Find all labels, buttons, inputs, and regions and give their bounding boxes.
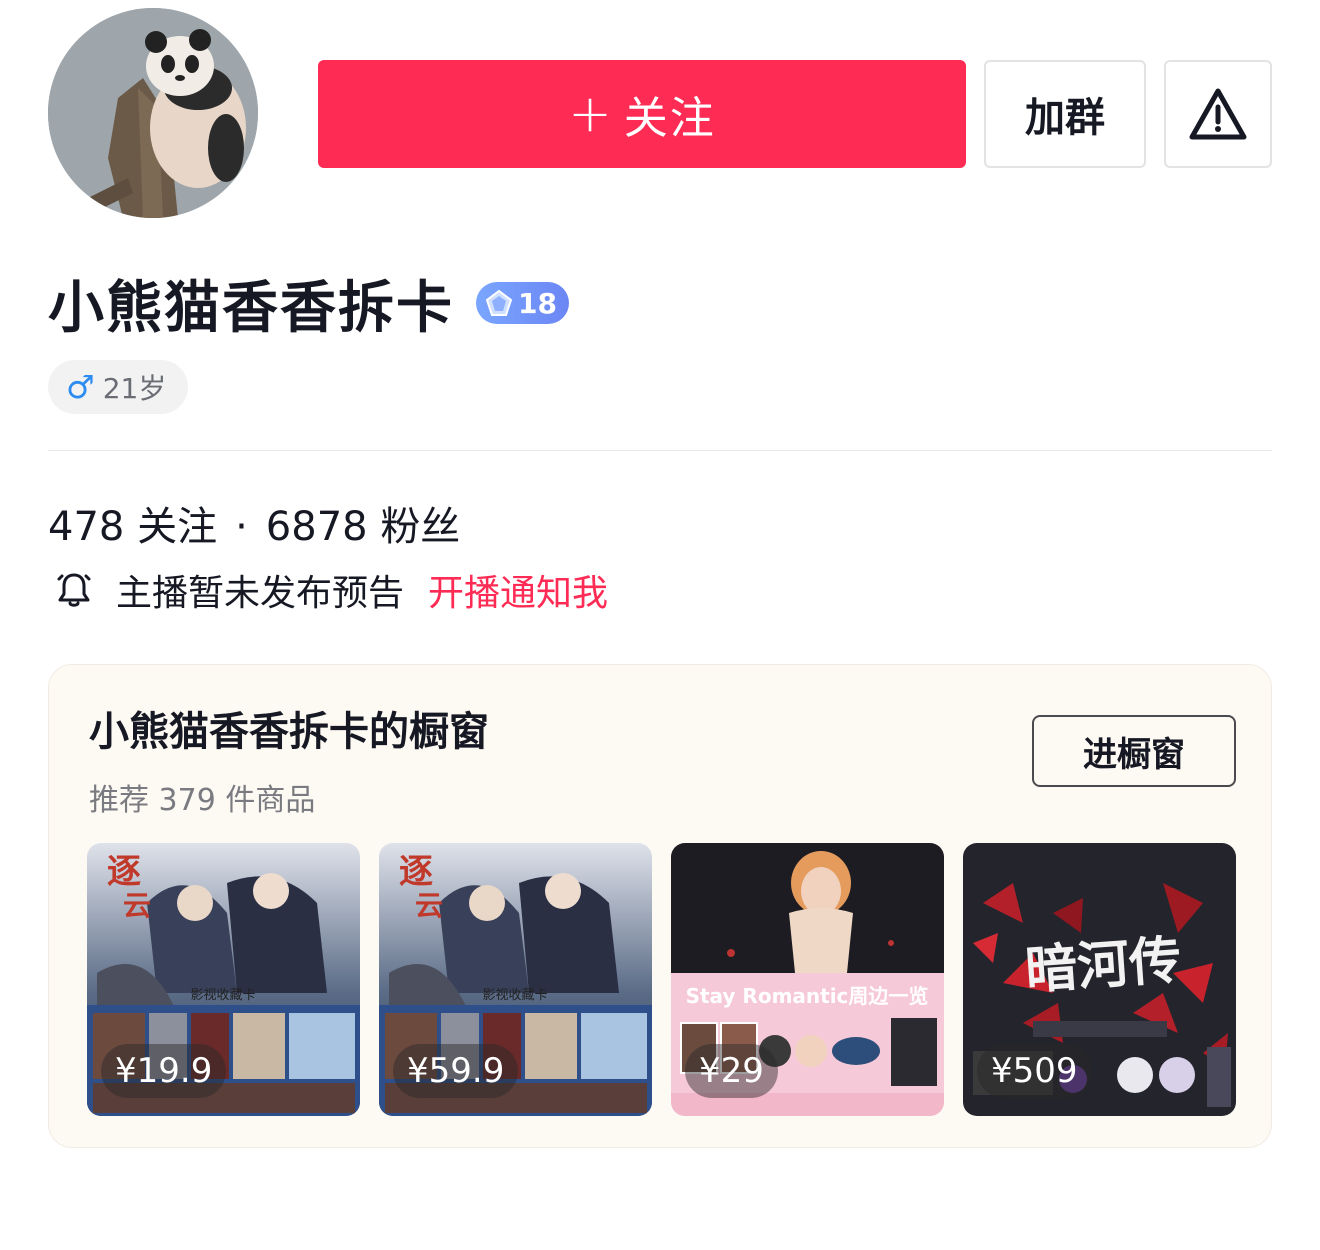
product-image-caption: 暗河传 [1023, 930, 1183, 1002]
level-number: 18 [518, 286, 557, 320]
product-price: ¥19.9 [101, 1044, 227, 1098]
product-image-caption: 影视收藏卡 [482, 988, 547, 1003]
stats-separator: · [235, 504, 248, 550]
product-logo-glyph: 逐 [107, 852, 141, 892]
product-logo-glyph: 云 [415, 889, 443, 922]
notify-me-link[interactable]: 开播通知我 [428, 564, 608, 616]
product-card[interactable]: 影视收藏卡 逐 云 ¥59.9 [379, 843, 652, 1116]
following-stat[interactable]: 478 关注 [48, 504, 217, 550]
product-image-caption: 影视收藏卡 [190, 988, 255, 1003]
product-list: 影视收藏卡 逐 云 ¥19.9 影视收藏卡 逐 云 ¥59.9 Stay Rom… [87, 843, 1236, 1116]
followers-label: 粉丝 [380, 504, 461, 550]
bell-icon [57, 573, 91, 607]
profile-name: 小熊猫香香拆卡 [48, 275, 454, 341]
shop-subtitle: 推荐 379 件商品 [89, 783, 316, 818]
product-price: ¥59.9 [393, 1044, 519, 1098]
shop-title: 小熊猫香香拆卡的橱窗 [89, 709, 489, 755]
panda-avatar-image [48, 8, 258, 218]
product-price: ¥29 [685, 1044, 778, 1098]
follow-label: 关注 [623, 93, 716, 144]
enter-shop-button[interactable]: 进橱窗 [1032, 715, 1236, 787]
following-count: 478 [48, 504, 125, 550]
gender-age-tag: ♂ 21岁 [48, 360, 189, 414]
divider [48, 450, 1272, 451]
follow-button[interactable]: + 关注 [318, 60, 966, 168]
diamond-icon [485, 289, 513, 316]
level-badge[interactable]: 18 [476, 282, 569, 324]
product-image-caption: Stay Romantic周边一览 [686, 984, 929, 1008]
product-card[interactable]: 暗河传 ¥509 [963, 843, 1236, 1116]
follow-stats: 478 关注 · 6878 粉丝 [48, 494, 460, 552]
live-notice: 主播暂未发布预告 开播通知我 [56, 564, 608, 616]
followers-stat[interactable]: 6878 粉丝 [266, 504, 461, 550]
notice-text: 主播暂未发布预告 [116, 573, 405, 614]
avatar[interactable] [48, 8, 258, 218]
product-logo-glyph: 逐 [399, 852, 433, 892]
product-card[interactable]: Stay Romantic周边一览 ¥29 [671, 843, 944, 1116]
warning-triangle-icon [1189, 88, 1247, 140]
name-row: 小熊猫香香拆卡 18 [48, 268, 569, 341]
product-logo-glyph: 云 [123, 889, 151, 922]
report-button[interactable] [1164, 60, 1272, 168]
male-icon: ♂ [66, 368, 95, 406]
age-label: 21岁 [102, 372, 167, 405]
following-label: 关注 [137, 504, 218, 550]
product-price: ¥509 [977, 1044, 1092, 1098]
product-card[interactable]: 影视收藏卡 逐 云 ¥19.9 [87, 843, 360, 1116]
plus-icon: + [568, 84, 614, 144]
shop-window-card[interactable]: 小熊猫香香拆卡的橱窗 推荐 379 件商品 进橱窗 影视收藏卡 逐 云 ¥19.… [48, 664, 1272, 1148]
join-group-button[interactable]: 加群 [984, 60, 1146, 168]
followers-count: 6878 [265, 504, 368, 550]
